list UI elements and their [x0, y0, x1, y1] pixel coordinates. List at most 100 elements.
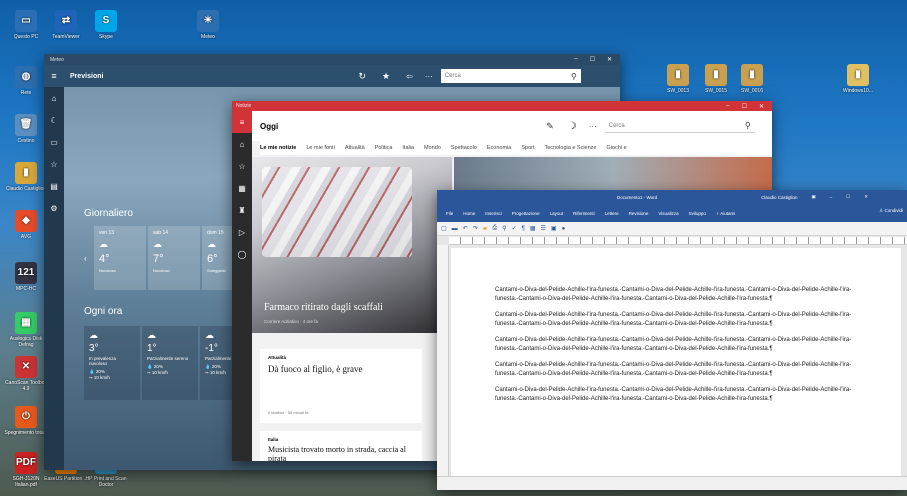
print-icon[interactable]: ⎙: [492, 225, 497, 232]
more-icon[interactable]: ···: [425, 72, 433, 81]
desktop-icon[interactable]: S Skype: [84, 10, 128, 40]
favorite-star-icon[interactable]: ★: [382, 71, 390, 82]
document-page[interactable]: Cantami-o-Diva-del-Pelide-Achille-l'ira-…: [451, 248, 901, 476]
news-tab[interactable]: Italia: [402, 145, 414, 151]
more-icon[interactable]: ···: [589, 122, 597, 131]
notizie-search-input[interactable]: Cerca ⚲: [604, 119, 755, 133]
news-icon[interactable]: ▤: [44, 175, 64, 197]
desktop-icon[interactable]: PDF SGH-J120N Italian.pdf: [4, 452, 48, 488]
search-icon[interactable]: ⚲: [745, 121, 751, 130]
paragraph[interactable]: Cantami-o-Diva-del-Pelide-Achille-l'ira-…: [495, 361, 865, 379]
refresh-icon[interactable]: ↻: [358, 71, 366, 82]
desktop-icon[interactable]: ⇄ TeamViewer: [44, 10, 88, 40]
desktop-icon[interactable]: ▦ Auslogics Disk Defrag: [4, 312, 48, 348]
desktop-icon[interactable]: ✕ CanoScan Toolbox 4.9: [4, 356, 48, 392]
minimize-icon[interactable]: –: [574, 56, 577, 63]
minimize-icon[interactable]: –: [830, 195, 833, 200]
sports-icon[interactable]: ♜: [232, 199, 252, 221]
maps-icon[interactable]: ▭: [44, 131, 64, 153]
desktop-icon[interactable]: ◆ AVG: [4, 210, 48, 240]
save-icon[interactable]: ▬: [452, 226, 458, 232]
undo-icon[interactable]: ↶: [463, 225, 468, 232]
news-tab[interactable]: Mondo: [424, 145, 441, 151]
favorites-icon[interactable]: ☆: [44, 153, 64, 175]
daily-prev-arrow[interactable]: ‹: [84, 254, 92, 290]
desktop-icon[interactable]: ▭ Questo PC: [4, 10, 48, 40]
redo-icon[interactable]: ↷: [473, 225, 478, 232]
open-folder-icon[interactable]: ▰: [483, 225, 488, 232]
spelling-icon[interactable]: ✓: [512, 225, 517, 232]
maximize-icon[interactable]: ☐: [590, 56, 595, 63]
news-tab[interactable]: Economia: [487, 145, 511, 151]
news-tab[interactable]: Giochi e: [606, 145, 626, 151]
hero-article[interactable]: Farmaco ritirato dagli scaffali Corriere…: [252, 157, 452, 333]
interests-star-icon[interactable]: ☆: [232, 155, 252, 177]
close-icon[interactable]: ✕: [864, 194, 868, 200]
news-tab[interactable]: Le mie fonti: [306, 145, 334, 151]
desktop-icon[interactable]: ▮ Windows10...: [836, 64, 880, 94]
news-tab[interactable]: Tecnologia e Scienze: [545, 145, 597, 151]
meteo-search-input[interactable]: Cerca ⚲: [440, 69, 581, 83]
hamburger-icon[interactable]: ≡: [44, 71, 64, 81]
settings-gear-icon[interactable]: ⚙: [44, 197, 64, 219]
search-icon[interactable]: ⚲: [571, 72, 577, 81]
ribbon-tab[interactable]: Sviluppo: [684, 211, 711, 216]
ribbon-tab[interactable]: Layout: [545, 211, 569, 216]
ribbon-tab[interactable]: Progettazione: [507, 211, 545, 216]
desktop-icon[interactable]: 121 MPC-HC: [4, 262, 48, 292]
ribbon-tab[interactable]: Visualizza: [653, 211, 683, 216]
hamburger-icon[interactable]: ≡: [232, 111, 252, 133]
share-button[interactable]: ♙ Condividi: [879, 208, 903, 214]
table-icon[interactable]: ▦: [530, 225, 536, 232]
hour-tile[interactable]: ☁ 1° Parzialmente sereno 💧 20% ⤳ 10 km/h: [142, 326, 198, 400]
news-tab[interactable]: Spettacolo: [451, 145, 477, 151]
desktop-icon[interactable]: ☀ Meteo: [186, 10, 230, 40]
desktop-icon[interactable]: ⏻ Spegnimento totale: [4, 406, 48, 436]
image-icon[interactable]: ▣: [551, 225, 557, 232]
new-doc-icon[interactable]: ▢: [441, 225, 447, 232]
video-icon[interactable]: ▷: [232, 221, 252, 243]
day-tile[interactable]: sab 14 ☁ 7° Nuvoloso: [148, 226, 200, 290]
ribbon-tab[interactable]: Revisione: [624, 211, 654, 216]
desktop-icon[interactable]: ▮ Claudio Castiglion: [4, 162, 48, 192]
local-icon[interactable]: ▦: [232, 177, 252, 199]
ribbon-tab[interactable]: ♀ Aiutami: [711, 211, 740, 216]
paragraph[interactable]: Cantami-o-Diva-del-Pelide-Achille-l'ira-…: [495, 311, 865, 329]
ribbon-tab[interactable]: File: [441, 211, 458, 216]
desktop-icon[interactable]: ▮ SW_0016: [730, 64, 774, 94]
paragraph[interactable]: Cantami-o-Diva-del-Pelide-Achille-l'ira-…: [495, 386, 865, 404]
news-tab[interactable]: Sport: [521, 145, 534, 151]
pin-icon[interactable]: ⇦: [406, 72, 413, 81]
news-card[interactable]: Italia Musicista trovato morto in strada…: [260, 431, 422, 461]
world-icon[interactable]: ◯: [232, 243, 252, 265]
day-tile[interactable]: ven 13 ☁ 4° Nuvoloso: [94, 226, 146, 290]
minimize-icon[interactable]: –: [726, 103, 729, 110]
help-icon[interactable]: ●: [562, 226, 566, 232]
ribbon-tab[interactable]: Riferimenti: [568, 211, 600, 216]
ribbon-tab[interactable]: Home: [458, 211, 480, 216]
forecast-icon[interactable]: ☾: [44, 109, 64, 131]
home-icon[interactable]: ⌂: [44, 87, 64, 109]
ribbon-tab[interactable]: Inserisci: [480, 211, 507, 216]
desktop-icon[interactable]: ◍ Rete: [4, 66, 48, 96]
ribbon-tab[interactable]: Lettere: [600, 211, 624, 216]
hour-tile[interactable]: ☁ 3° In prevalenza nuvoloso 💧 20% ⤳ 10 km/h: [84, 326, 140, 400]
bullets-icon[interactable]: ☰: [541, 225, 546, 232]
format-icon[interactable]: ¶: [522, 226, 525, 232]
night-mode-icon[interactable]: ☽: [568, 121, 577, 132]
close-icon[interactable]: ✕: [607, 56, 612, 63]
home-icon[interactable]: ⌂: [232, 133, 252, 155]
news-tab[interactable]: Le mie notizie: [260, 145, 296, 151]
close-icon[interactable]: ✕: [759, 103, 764, 110]
ribbon-options-icon[interactable]: ▣: [811, 194, 815, 200]
preview-icon[interactable]: ⚲: [502, 225, 506, 232]
desktop-icon[interactable]: 🗑 Cestino: [4, 114, 48, 144]
maximize-icon[interactable]: ☐: [846, 194, 850, 200]
news-tab[interactable]: Attualità: [345, 145, 365, 151]
news-card[interactable]: Attualità Dà fuoco al figlio, è grave Il…: [260, 349, 422, 423]
maximize-icon[interactable]: ☐: [742, 103, 747, 110]
paragraph[interactable]: Cantami-o-Diva-del-Pelide-Achille-l'ira-…: [495, 336, 865, 354]
news-tab[interactable]: Politica: [375, 145, 393, 151]
paragraph[interactable]: Cantami-o-Diva-del-Pelide-Achille-l'ira-…: [495, 286, 865, 304]
edit-pencil-icon[interactable]: ✎: [546, 121, 554, 132]
